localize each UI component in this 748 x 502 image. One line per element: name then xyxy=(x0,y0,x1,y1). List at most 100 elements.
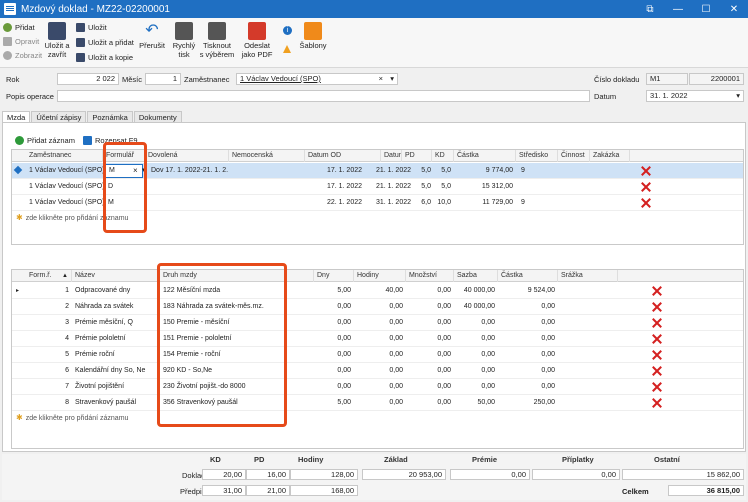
cell-zam[interactable]: 1 Václav Vedoucí (SPO) xyxy=(26,195,106,211)
employees-col-header[interactable]: Činnost xyxy=(558,150,590,162)
cell-kd[interactable]: 5,0 xyxy=(432,163,454,179)
description-field[interactable] xyxy=(57,90,590,102)
warning-icon[interactable] xyxy=(283,45,291,53)
clear-icon[interactable]: × xyxy=(379,74,383,84)
cell-sazba[interactable]: 0,00 xyxy=(454,315,498,331)
cell-mn[interactable]: 0,00 xyxy=(406,395,454,411)
cell-n[interactable]: 6 xyxy=(26,363,72,379)
employees-col-header[interactable]: Datum DO xyxy=(381,150,402,162)
wage-col-header[interactable]: Srážka xyxy=(558,270,618,282)
cell-n[interactable]: 3 xyxy=(26,315,72,331)
year-field[interactable]: 2 022 xyxy=(57,73,119,85)
cell-mn[interactable]: 0,00 xyxy=(406,283,454,299)
cell-nazev[interactable]: Stravenkový paušál xyxy=(72,395,160,411)
add-record-hint[interactable]: ✱ zde klikněte pro přidání záznamu xyxy=(16,413,128,422)
cell-castka[interactable]: 0,00 xyxy=(498,363,558,379)
employees-col-header[interactable]: Datum OD xyxy=(305,150,381,162)
cell-hod[interactable]: 0,00 xyxy=(354,347,406,363)
cell-pd[interactable]: 5,0 xyxy=(408,179,434,195)
cell-castka[interactable]: 9 774,00 xyxy=(460,163,516,179)
cell-dny[interactable]: 0,00 xyxy=(314,379,354,395)
cell-mn[interactable]: 0,00 xyxy=(406,379,454,395)
cell-n[interactable]: 1 xyxy=(26,283,72,299)
table-row[interactable]: 3 Prémie měsíční, Q 150 Premie - měsíční 0,… xyxy=(12,315,743,331)
table-row[interactable]: ▸ 1 Odpracované dny 122 Měsíční mzda 5,00 40,… xyxy=(12,283,743,299)
cell-dov[interactable]: Dov 17. 1. 2022-21. 1. 2... xyxy=(148,163,228,179)
cell-mn[interactable]: 0,00 xyxy=(406,331,454,347)
info-icon[interactable]: i xyxy=(283,26,292,35)
cell-str[interactable]: 9 xyxy=(518,163,548,179)
table-row[interactable]: 2 Náhrada za svátek 183 Náhrada za svátek-… xyxy=(12,299,743,315)
cell-dny[interactable]: 0,00 xyxy=(314,363,354,379)
save-close-button[interactable]: Uložit a zavřít xyxy=(43,22,71,59)
cell-sazba[interactable]: 0,00 xyxy=(454,379,498,395)
cell-nazev[interactable]: Kalendářní dny So, Ne xyxy=(72,363,160,379)
employees-col-header[interactable]: KD xyxy=(432,150,454,162)
delete-row-icon[interactable] xyxy=(641,166,651,176)
cell-nem[interactable] xyxy=(229,163,305,179)
cell-mn[interactable]: 0,00 xyxy=(406,363,454,379)
table-row[interactable]: 6 Kalendářní dny So, Ne 920 KD - So,Ne 0,00… xyxy=(12,363,743,379)
cell-od[interactable]: 17. 1. 2022 xyxy=(305,163,365,179)
delete-row-icon[interactable] xyxy=(652,334,662,344)
cell-zam[interactable]: 1 Václav Vedoucí (SPO) xyxy=(26,179,106,195)
cell-n[interactable]: 8 xyxy=(26,395,72,411)
cell-str[interactable]: 9 xyxy=(518,195,548,211)
cell-kd[interactable]: 10,0 xyxy=(432,195,454,211)
wage-col-header[interactable]: Název xyxy=(72,270,160,282)
cell-hod[interactable]: 0,00 xyxy=(354,363,406,379)
cell-nazev[interactable]: Náhrada za svátek xyxy=(72,299,160,315)
delete-row-icon[interactable] xyxy=(641,182,651,192)
cell-castka[interactable]: 9 524,00 xyxy=(498,283,558,299)
cell-dny[interactable]: 0,00 xyxy=(314,299,354,315)
cell-mn[interactable]: 0,00 xyxy=(406,347,454,363)
edit-button[interactable]: Opravit xyxy=(3,35,39,47)
delete-row-icon[interactable] xyxy=(652,286,662,296)
table-row[interactable]: 7 Životní pojištění 230 Životní pojišt.-do… xyxy=(12,379,743,395)
cell-do[interactable]: 21. 1. 2022 xyxy=(364,163,414,179)
wage-col-header[interactable]: Množství xyxy=(406,270,454,282)
employees-col-header[interactable]: Zakázka xyxy=(590,150,630,162)
table-row[interactable]: 5 Prémie roční 154 Premie - roční 0,00 0,00 0… xyxy=(12,347,743,363)
cell-od[interactable]: 22. 1. 2022 xyxy=(305,195,365,211)
cell-pd[interactable]: 6,0 xyxy=(408,195,434,211)
cell-n[interactable]: 2 xyxy=(26,299,72,315)
cell-dny[interactable]: 5,00 xyxy=(314,283,354,299)
employees-col-header[interactable]: Částka xyxy=(454,150,516,162)
wage-col-header[interactable]: Sazba xyxy=(454,270,498,282)
cell-nazev[interactable]: Životní pojištění xyxy=(72,379,160,395)
minimize-button[interactable]: — xyxy=(664,0,692,18)
cell-nazev[interactable]: Odpracované dny xyxy=(72,283,160,299)
maximize-button[interactable]: ☐ xyxy=(692,0,720,18)
cell-dov[interactable] xyxy=(148,195,228,211)
templates-button[interactable]: Šablony xyxy=(298,22,328,50)
quick-print-button[interactable]: Rychlý tisk xyxy=(171,22,197,59)
employees-col-header[interactable]: Nemocenská xyxy=(229,150,305,162)
dropdown-arrow-icon[interactable]: ▾ xyxy=(390,74,394,84)
cell-hod[interactable]: 0,00 xyxy=(354,379,406,395)
cell-castka[interactable]: 0,00 xyxy=(498,347,558,363)
delete-row-icon[interactable] xyxy=(652,398,662,408)
cell-mn[interactable]: 0,00 xyxy=(406,299,454,315)
cell-hod[interactable]: 0,00 xyxy=(354,315,406,331)
cell-sazba[interactable]: 40 000,00 xyxy=(454,299,498,315)
dropdown-arrow-icon[interactable]: ▾ xyxy=(736,91,740,101)
delete-row-icon[interactable] xyxy=(652,382,662,392)
employees-col-header[interactable]: PD xyxy=(402,150,432,162)
cell-castka[interactable]: 0,00 xyxy=(498,299,558,315)
cell-castka[interactable]: 0,00 xyxy=(498,331,558,347)
cell-castka[interactable]: 0,00 xyxy=(498,379,558,395)
cell-dov[interactable] xyxy=(148,179,228,195)
cell-hod[interactable]: 0,00 xyxy=(354,331,406,347)
table-row[interactable]: 8 Stravenkový paušál 356 Stravenkový paušá… xyxy=(12,395,743,411)
save-copy-button[interactable]: Uložit a kopie xyxy=(76,51,133,63)
cell-nem[interactable] xyxy=(229,179,305,195)
cancel-button[interactable]: ↶ Přerušit xyxy=(137,22,167,50)
cell-mn[interactable]: 0,00 xyxy=(406,315,454,331)
add-button[interactable]: Přidat xyxy=(3,21,35,33)
delete-row-icon[interactable] xyxy=(652,302,662,312)
cell-n[interactable]: 4 xyxy=(26,331,72,347)
cell-sazba[interactable]: 0,00 xyxy=(454,347,498,363)
cell-castka[interactable]: 250,00 xyxy=(498,395,558,411)
cell-nem[interactable] xyxy=(229,195,305,211)
